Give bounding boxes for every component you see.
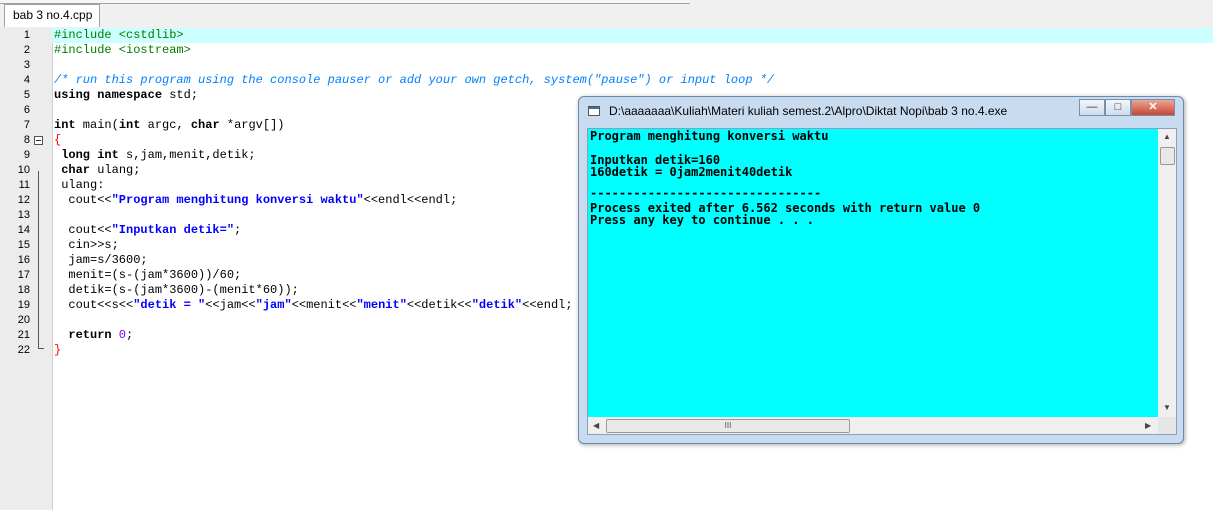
console-window[interactable]: D:\aaaaaaa\Kuliah\Materi kuliah semest.2… [578,96,1184,444]
console-output[interactable]: Program menghitung konversi waktu Inputk… [588,129,1158,417]
console-line: 160detik = 0jam2menit40detik [590,165,793,179]
scroll-right-icon[interactable]: ▶ [1145,421,1151,430]
console-title: D:\aaaaaaa\Kuliah\Materi kuliah semest.2… [609,104,1008,118]
fold-toggle-icon[interactable] [34,136,43,145]
scroll-left-icon[interactable]: ◀ [593,421,599,430]
console-separator: -------------------------------- [590,186,822,200]
console-line: Program menghitung konversi waktu [590,129,829,143]
top-divider [0,0,690,4]
maximize-button[interactable]: □ [1105,99,1131,116]
vertical-scroll-thumb[interactable] [1160,147,1175,165]
vertical-scrollbar[interactable]: ▲ ▼ [1158,129,1176,417]
horizontal-scrollbar[interactable]: ◀ III ▶ [588,417,1158,434]
tab-bar: bab 3 no.4.cpp [0,0,1213,29]
console-titlebar[interactable]: D:\aaaaaaa\Kuliah\Materi kuliah semest.2… [579,97,1183,125]
scroll-down-icon[interactable]: ▼ [1163,403,1171,412]
console-client: Program menghitung konversi waktu Inputk… [587,128,1177,435]
tab-file[interactable]: bab 3 no.4.cpp [4,4,100,27]
code-line-2: 2 #include <iostream> [23,43,191,57]
code-line-3: 3 [23,59,30,71]
window-controls: — □ ✕ [1079,99,1175,117]
code-line-1: 1 #include <cstdlib> [23,28,184,42]
console-app-icon [588,106,600,116]
scroll-up-icon[interactable]: ▲ [1163,132,1171,141]
code-line-4: 4/* run this program using the console p… [23,73,775,87]
console-line: Press any key to continue . . . [590,213,814,227]
close-button[interactable]: ✕ [1131,99,1175,116]
resize-grip[interactable] [1158,417,1176,434]
horizontal-scroll-thumb[interactable]: III [606,419,850,433]
minimize-button[interactable]: — [1079,99,1105,116]
